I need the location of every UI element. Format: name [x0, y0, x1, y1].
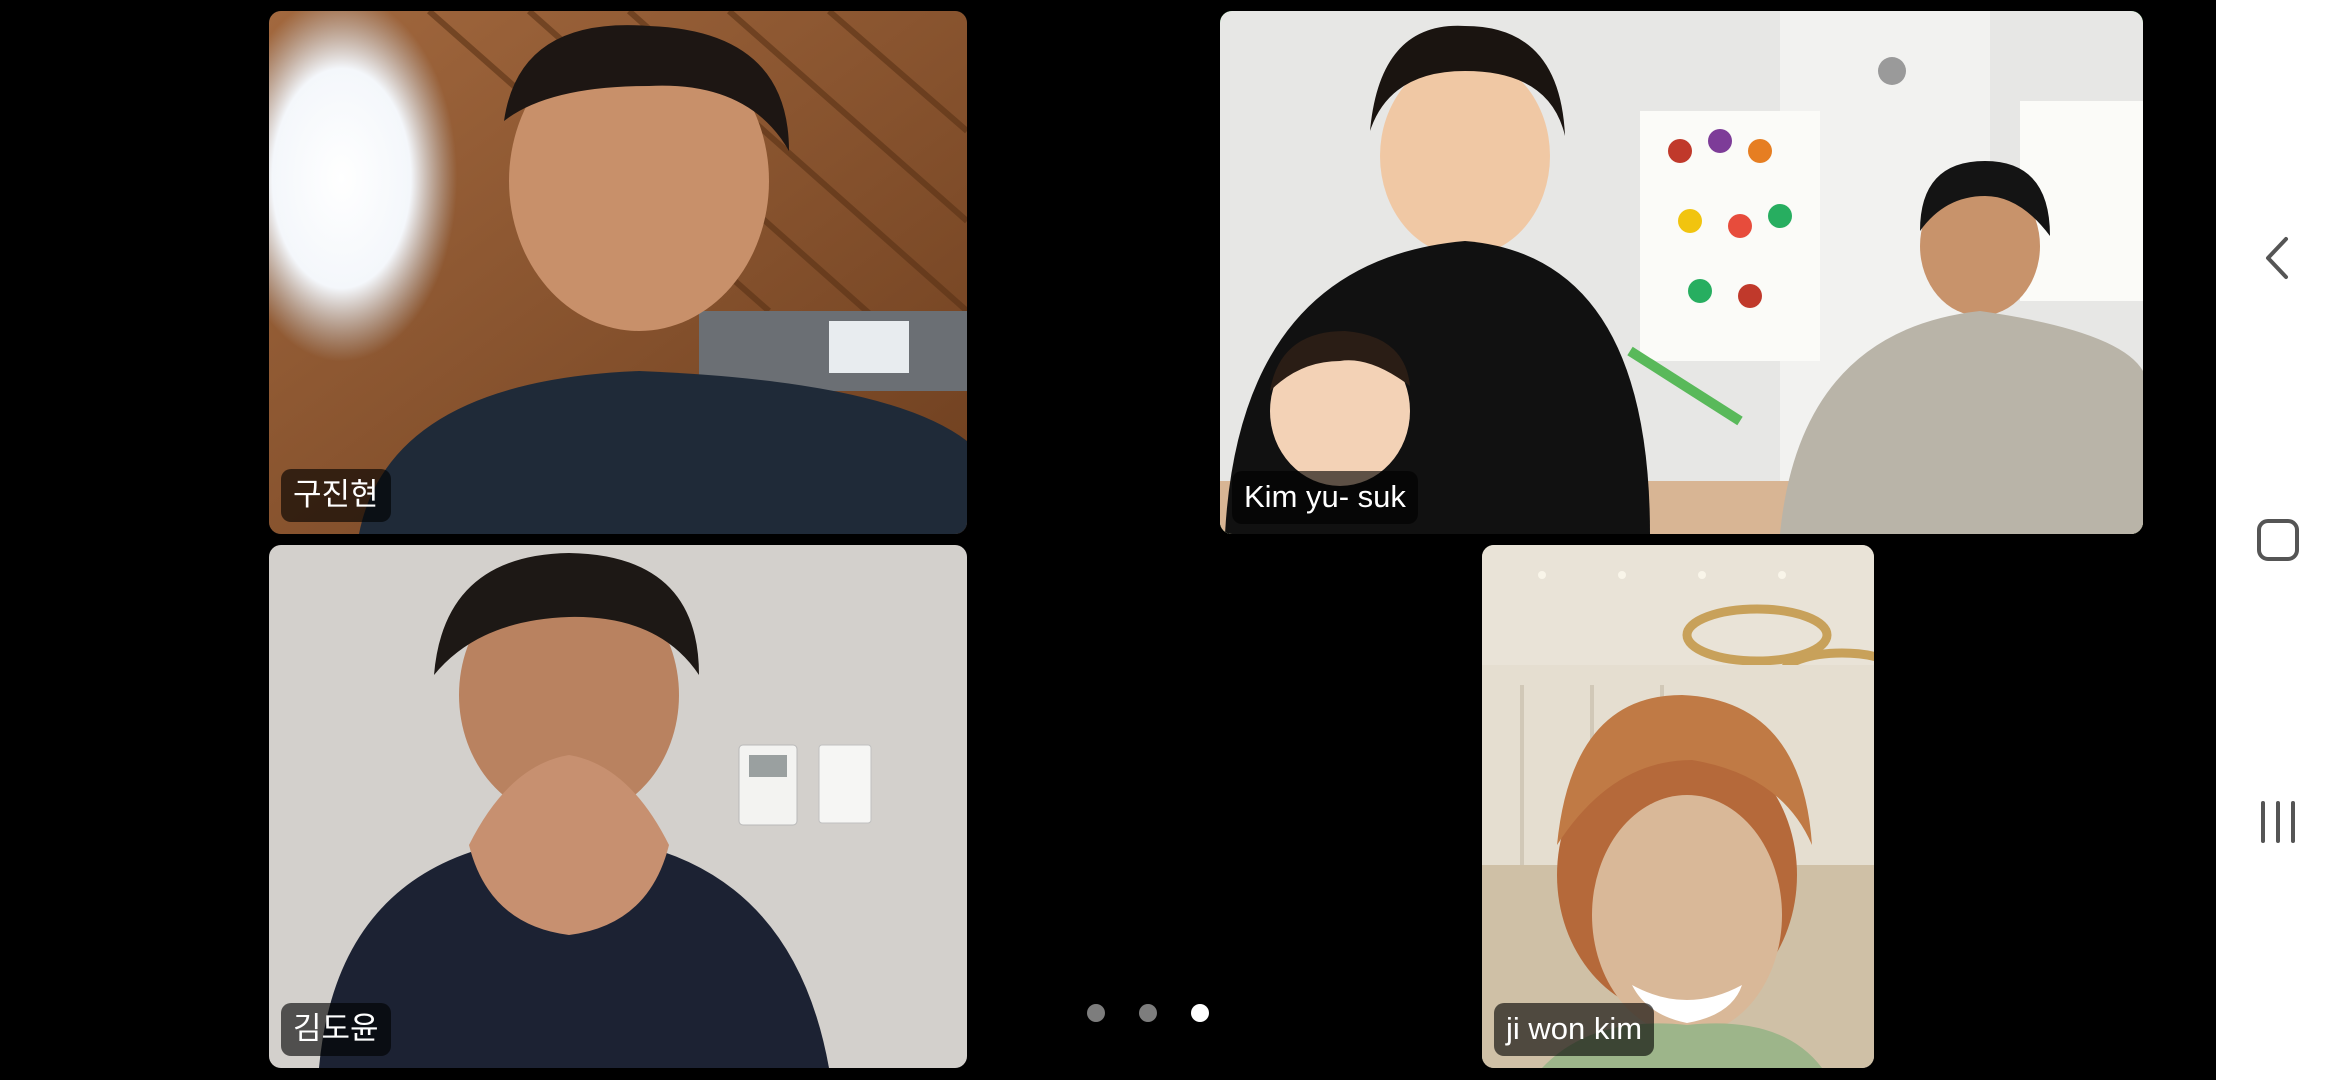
participant-name-2: Kim yu- suk — [1232, 471, 1418, 524]
recents-icon — [2261, 801, 2295, 843]
participant-video-2 — [1220, 11, 2143, 534]
page-indicator — [1083, 1004, 1223, 1024]
participant-video-1 — [269, 11, 967, 534]
home-icon — [2257, 519, 2299, 561]
video-grid: 구진현 Kim yu- suk 김도윤 ji won kim — [0, 0, 2216, 1080]
page-dot-2[interactable] — [1139, 1004, 1157, 1022]
participant-name-3: 김도윤 — [281, 1003, 391, 1056]
participant-tile-3[interactable]: 김도윤 — [269, 545, 967, 1068]
participant-name-4: ji won kim — [1494, 1003, 1655, 1056]
home-button[interactable] — [2238, 500, 2318, 580]
participant-tile-4[interactable]: ji won kim — [1482, 545, 1874, 1068]
back-button[interactable] — [2238, 218, 2318, 298]
participant-tile-1[interactable]: 구진현 — [269, 11, 967, 534]
recents-button[interactable] — [2238, 782, 2318, 862]
participant-video-3 — [269, 545, 967, 1068]
back-icon — [2266, 237, 2288, 279]
participant-video-4 — [1482, 545, 1874, 1068]
page-dot-1[interactable] — [1087, 1004, 1105, 1022]
system-navigation-bar — [2216, 0, 2340, 1080]
participant-tile-2[interactable]: Kim yu- suk — [1220, 11, 2143, 534]
participant-name-1: 구진현 — [281, 469, 391, 522]
page-dot-3-current[interactable] — [1191, 1004, 1209, 1022]
